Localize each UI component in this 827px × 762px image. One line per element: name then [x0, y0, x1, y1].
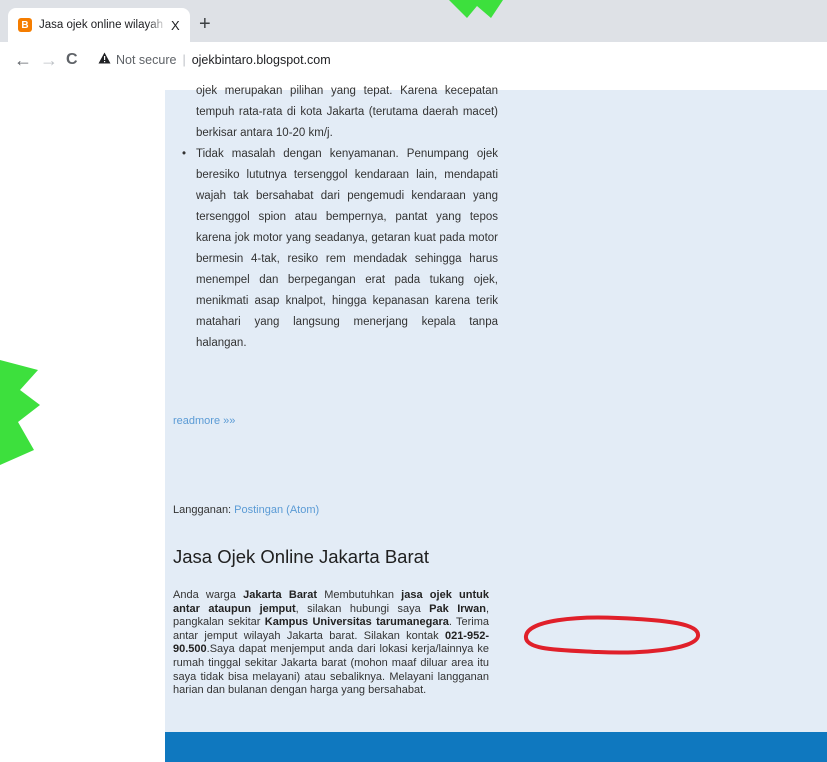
list-item: ojek merupakan pilihan yang tepat. Karen… [178, 81, 498, 144]
tab-title: Jasa ojek online wilayah Bintaro [39, 19, 167, 31]
footer-bar [165, 732, 827, 762]
post-list: ojek merupakan pilihan yang tepat. Karen… [178, 81, 498, 354]
text-run: .Saya dapat menjemput anda dari lokasi k… [173, 643, 489, 697]
text-run: Anda warga [173, 589, 244, 601]
address-bar[interactable]: Not secure | ojekbintaro.blogspot.com [98, 52, 331, 67]
text-run: Membutuhkan [317, 589, 402, 601]
watermark-fragment-left [0, 360, 40, 465]
new-tab-button[interactable]: + [199, 14, 211, 34]
forward-button[interactable]: → [40, 50, 58, 70]
security-label[interactable]: Not secure [116, 53, 176, 67]
warning-triangle-icon[interactable] [98, 52, 111, 67]
widget-title: Jasa Ojek Online Jakarta Barat [173, 546, 430, 567]
tab-close-icon[interactable]: X [171, 18, 180, 33]
subscribe-line: Langganan: Postingan (Atom) [173, 504, 319, 516]
url-text[interactable]: ojekbintaro.blogspot.com [192, 53, 331, 67]
bold-text: Kampus Universitas tarumanegara [264, 616, 449, 629]
list-item-text: ojek merupakan pilihan yang tepat. Karen… [196, 85, 498, 139]
subscribe-label: Langganan: [173, 504, 235, 516]
watermark-fragment-top [449, 0, 503, 18]
reload-button[interactable]: C [66, 50, 78, 70]
atom-feed-link[interactable]: Postingan (Atom) [234, 504, 319, 516]
back-button[interactable]: ← [14, 50, 32, 70]
address-separator: | [182, 52, 186, 67]
annotation-ellipse [524, 615, 700, 655]
readmore-link[interactable]: readmore »» [173, 415, 235, 427]
list-item-text: Tidak masalah dengan kenyamanan. Penumpa… [196, 148, 498, 349]
list-bullet: • [182, 148, 187, 160]
browser-tab[interactable]: B Jasa ojek online wilayah Bintaro X [8, 8, 190, 42]
blogger-favicon-icon: B [18, 18, 32, 32]
bold-text: Pak Irwan [429, 602, 486, 615]
list-item: • Tidak masalah dengan kenyamanan. Penum… [178, 144, 498, 354]
bold-text: Jakarta Barat [243, 589, 317, 601]
text-run: , silakan hubungi saya [295, 602, 430, 615]
widget-text: Anda warga Jakarta Barat Membutuhkan jas… [173, 589, 489, 698]
